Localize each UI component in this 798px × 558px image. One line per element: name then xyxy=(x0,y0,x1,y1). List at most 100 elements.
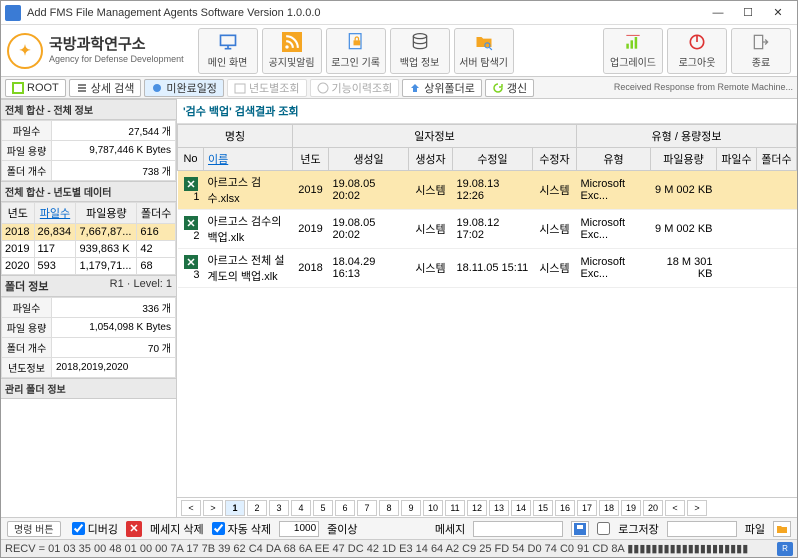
refresh-button[interactable]: 갱신 xyxy=(485,79,534,97)
folder-search-icon xyxy=(472,32,496,52)
page-button[interactable]: 3 xyxy=(269,500,289,516)
page-button[interactable]: 15 xyxy=(533,500,553,516)
upgrade-button[interactable]: 업그레이드 xyxy=(603,28,663,74)
power-icon xyxy=(685,32,709,52)
col-filecnt[interactable]: 파일수 xyxy=(717,148,757,171)
calendar-icon xyxy=(234,82,246,94)
table-row[interactable]: 1아르고스 검수.xlsx201919.08.05 20:02시스템19.08.… xyxy=(178,171,797,210)
page-button[interactable]: 7 xyxy=(357,500,377,516)
page-button[interactable]: 11 xyxy=(445,500,465,516)
year-row[interactable]: 2019117939,863 K42 xyxy=(2,241,176,258)
exit-icon xyxy=(749,32,773,52)
page-button[interactable]: 19 xyxy=(621,500,641,516)
col-size[interactable]: 파일용량 xyxy=(651,148,717,171)
minimize-button[interactable]: — xyxy=(703,3,733,23)
maximize-button[interactable]: ☐ xyxy=(733,3,763,23)
col-year[interactable]: 년도 xyxy=(293,148,329,171)
root-button[interactable]: ROOT xyxy=(5,79,66,97)
total-info-header: 전체 합산 - 전체 정보 xyxy=(1,99,176,120)
history-button: 기능이력조회 xyxy=(310,79,400,97)
exit-button[interactable]: 종료 xyxy=(731,28,791,74)
save-icon-button[interactable] xyxy=(571,521,589,537)
col-foldercnt[interactable]: 폴더수 xyxy=(757,148,797,171)
col-creator[interactable]: 생성자 xyxy=(409,148,453,171)
to-upper-button[interactable]: 상위폴더로 xyxy=(402,79,482,97)
col-modified[interactable]: 수정일 xyxy=(453,148,533,171)
log-save-checkbox[interactable] xyxy=(597,522,610,535)
page-button[interactable]: 16 xyxy=(555,500,575,516)
left-panel: 전체 합산 - 전체 정보 파일수27,544 개 파일 용량9,787,446… xyxy=(1,99,177,517)
clock-icon xyxy=(317,82,329,94)
result-grid: 명칭 일자정보 유형 / 용량정보 No 이름 년도 생성일 생성자 수정일 수… xyxy=(177,124,797,497)
col-name[interactable]: 이름 xyxy=(204,148,293,171)
message-input[interactable] xyxy=(473,521,563,537)
table-row[interactable]: 2아르고스 검수의 백업.xlk201919.08.05 20:02시스템19.… xyxy=(178,210,797,249)
page-button[interactable]: 5 xyxy=(313,500,333,516)
log-path-input[interactable] xyxy=(667,521,737,537)
save-icon xyxy=(574,523,586,535)
page-button[interactable]: 20 xyxy=(643,500,663,516)
col-modifier[interactable]: 수정자 xyxy=(533,148,577,171)
page-button[interactable]: 18 xyxy=(599,500,619,516)
debug-checkbox[interactable] xyxy=(72,522,85,535)
app-icon xyxy=(5,5,21,21)
close-button[interactable]: ✕ xyxy=(763,3,793,23)
page-button[interactable]: 2 xyxy=(247,500,267,516)
lock-file-icon xyxy=(344,32,368,52)
page-button[interactable]: 6 xyxy=(335,500,355,516)
main-screen-button[interactable]: 메인 화면 xyxy=(198,28,258,74)
page-button[interactable]: > xyxy=(687,500,707,516)
page-button[interactable]: 8 xyxy=(379,500,399,516)
page-button[interactable]: 9 xyxy=(401,500,421,516)
col-no[interactable]: No xyxy=(178,148,204,171)
page-button[interactable]: < xyxy=(665,500,685,516)
logout-button[interactable]: 로그아웃 xyxy=(667,28,727,74)
dot-icon xyxy=(151,82,163,94)
yearly-button: 년도별조회 xyxy=(227,79,307,97)
logo-icon: ✦ xyxy=(7,33,43,69)
login-log-button[interactable]: 로그인 기록 xyxy=(326,28,386,74)
spreadsheet-icon xyxy=(12,82,24,94)
chart-up-icon xyxy=(621,32,645,52)
col-type[interactable]: 유형 xyxy=(577,148,651,171)
sort-filecount[interactable]: 파일수 xyxy=(34,203,76,224)
incomplete-button[interactable]: 미완료일정 xyxy=(144,79,224,97)
titlebar: Add FMS File Management Agents Software … xyxy=(1,1,797,25)
pager: <>1234567891011121314151617181920<> xyxy=(177,497,797,517)
logo-english: Agency for Defense Development xyxy=(49,54,184,65)
yearly-data-header: 전체 합산 - 년도별 데이터 xyxy=(1,181,176,202)
recv-message: Received Response from Remote Machine... xyxy=(614,83,793,93)
command-button[interactable]: 명령 버튼 xyxy=(7,521,61,537)
page-button[interactable]: 12 xyxy=(467,500,487,516)
status-r-badge: R xyxy=(777,542,793,556)
delete-msg-button[interactable]: ✕ xyxy=(126,521,142,537)
page-button[interactable]: 17 xyxy=(577,500,597,516)
page-button[interactable]: 4 xyxy=(291,500,311,516)
backup-info-button[interactable]: 백업 정보 xyxy=(390,28,450,74)
database-icon xyxy=(408,32,432,52)
detail-search-button[interactable]: 상세 검색 xyxy=(69,79,142,97)
year-row[interactable]: 201826,8347,667,87...616 xyxy=(2,224,176,241)
list-icon xyxy=(76,82,88,94)
file-browse-button[interactable] xyxy=(773,521,791,537)
folder-info-table: 파일수336 개 파일 용량1,054,098 K Bytes 폴더 개수70 … xyxy=(1,297,176,378)
page-button[interactable]: < xyxy=(181,500,201,516)
page-button[interactable]: 1 xyxy=(225,500,245,516)
lines-input[interactable] xyxy=(279,521,319,537)
page-button[interactable]: 10 xyxy=(423,500,443,516)
page-button[interactable]: > xyxy=(203,500,223,516)
table-row[interactable]: 3아르고스 전체 설계도의 백업.xlk201818.04.29 16:13시스… xyxy=(178,249,797,288)
year-row[interactable]: 20205931,179,71...68 xyxy=(2,258,176,275)
auto-del-checkbox[interactable] xyxy=(212,522,225,535)
sub-toolbar: ROOT 상세 검색 미완료일정 년도별조회 기능이력조회 상위폴더로 갱신 R… xyxy=(1,77,797,99)
page-button[interactable]: 14 xyxy=(511,500,531,516)
page-button[interactable]: 13 xyxy=(489,500,509,516)
col-created[interactable]: 생성일 xyxy=(329,148,409,171)
folder-icon xyxy=(776,523,788,535)
window-title: Add FMS File Management Agents Software … xyxy=(27,7,703,19)
notice-button[interactable]: 공지및알림 xyxy=(262,28,322,74)
server-explore-button[interactable]: 서버 탐색기 xyxy=(454,28,514,74)
recv-hex: RECV = 01 03 35 00 48 01 00 00 7A 17 7B … xyxy=(5,542,748,555)
yearly-data-table: 년도 파일수 파일용량 폴더수 201826,8347,667,87...616… xyxy=(1,202,176,275)
managed-folder-header: 관리 폴더 정보 xyxy=(1,378,176,399)
